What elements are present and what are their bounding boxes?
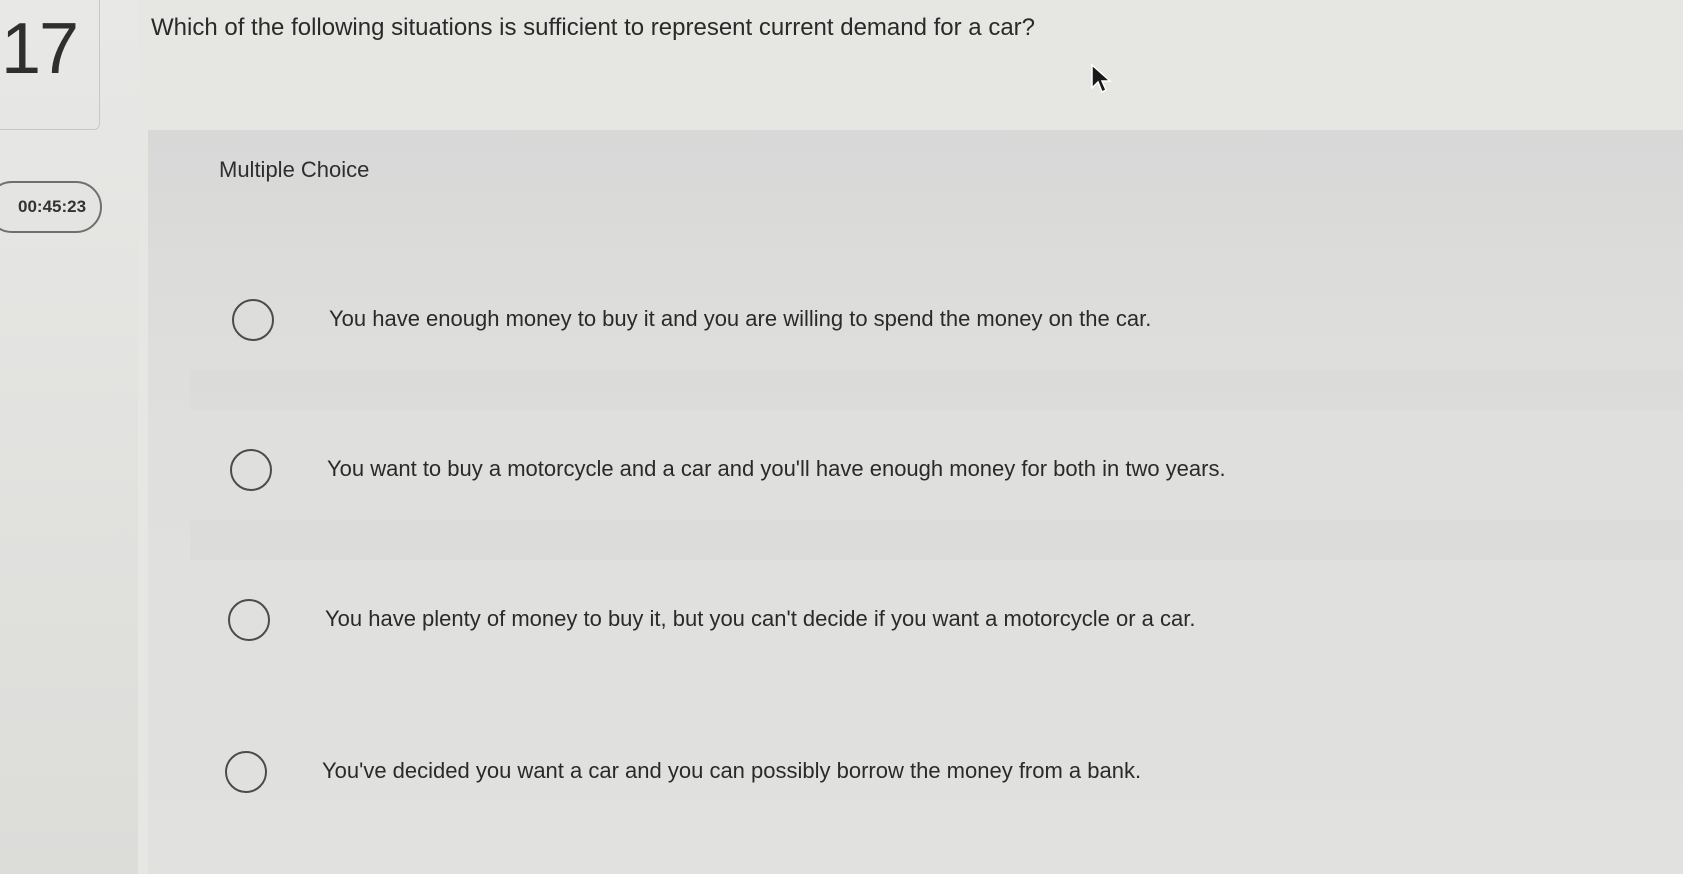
- timer-badge: 00:45:23: [0, 181, 102, 233]
- answer-option-text: You have enough money to buy it and you …: [329, 306, 1152, 331]
- question-number-box: 17: [0, 0, 100, 130]
- answer-option-text: You've decided you want a car and you ca…: [322, 758, 1142, 783]
- answer-option-1[interactable]: You have enough money to buy it and you …: [232, 296, 1532, 352]
- answer-option-2[interactable]: You want to buy a motorcycle and a car a…: [230, 446, 1530, 502]
- question-text: Which of the following situations is suf…: [151, 14, 1036, 41]
- radio-button-icon[interactable]: [225, 751, 267, 793]
- panel-band: [190, 370, 1683, 410]
- mouse-pointer-icon: [1091, 64, 1112, 94]
- radio-button-icon[interactable]: [228, 599, 270, 641]
- left-rail: [0, 0, 138, 874]
- radio-button-icon[interactable]: [232, 299, 274, 341]
- radio-button-icon[interactable]: [230, 449, 272, 491]
- answer-option-text: You want to buy a motorcycle and a car a…: [327, 456, 1226, 481]
- answer-option-text: You have plenty of money to buy it, but …: [325, 606, 1196, 631]
- answer-option-4[interactable]: You've decided you want a car and you ca…: [225, 748, 1525, 804]
- panel-band: [190, 520, 1683, 560]
- answer-option-3[interactable]: You have plenty of money to buy it, but …: [228, 596, 1528, 652]
- question-number: 17: [1, 9, 79, 89]
- question-type-label: Multiple Choice: [219, 157, 370, 182]
